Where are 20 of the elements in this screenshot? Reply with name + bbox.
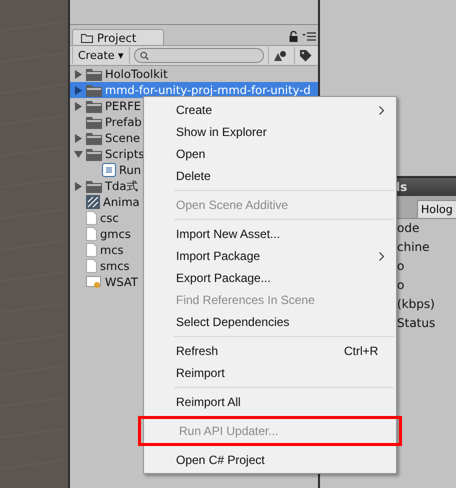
- item-label: PERFE: [105, 99, 142, 113]
- property-label: ode: [397, 220, 420, 237]
- item-label: WSAT: [105, 275, 138, 289]
- property-label: chine: [397, 239, 430, 256]
- item-label: Tda式: [105, 178, 138, 194]
- item-label: Anima: [103, 195, 140, 209]
- item-label: mcs: [100, 243, 124, 257]
- item-label: csc: [100, 211, 119, 225]
- item-label: smcs: [100, 259, 130, 273]
- item-label: Scripts: [105, 147, 144, 161]
- property-label: o: [397, 277, 404, 294]
- item-label: Run: [119, 163, 142, 177]
- item-label: mmd-for-unity-proj-mmd-for-unity-d: [105, 83, 311, 97]
- property-label: o: [397, 258, 404, 275]
- item-label: gmcs: [100, 227, 131, 241]
- item-label: HoloToolkit: [105, 67, 168, 81]
- property-label: (kbps): [397, 296, 435, 313]
- property-label: Status: [397, 315, 436, 332]
- item-label: Prefab: [105, 115, 142, 129]
- item-label: Scene: [105, 131, 140, 145]
